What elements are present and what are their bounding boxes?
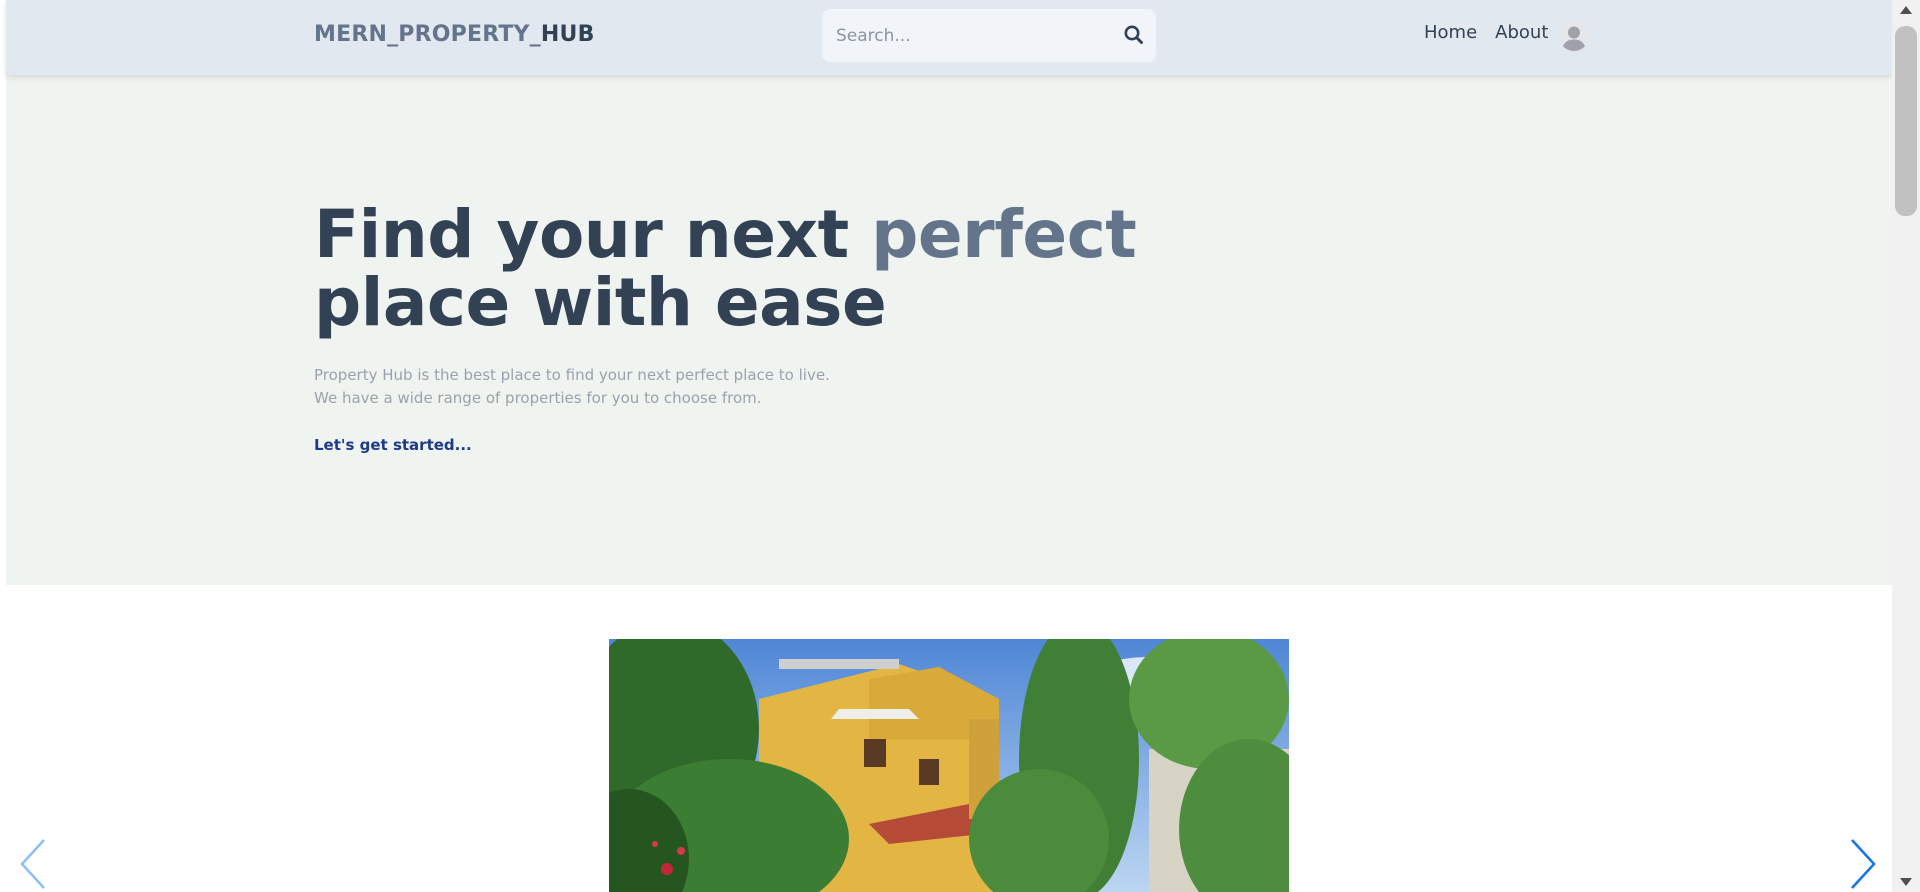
hero-title-part: Find your next [314,196,872,273]
hero-subtitle-line-1: Property Hub is the best place to find y… [314,366,830,384]
search-icon[interactable] [1122,23,1146,47]
chevron-left-icon [20,839,45,889]
hero-subtitle-line-2: We have a wide range of properties for y… [314,389,762,407]
avatar[interactable] [1559,21,1589,51]
page: MERN_PROPERTY_HUB Home About F [0,0,1892,892]
hero-title: Find your next perfect place with ease [314,201,1137,337]
nav-about-link[interactable]: About [1495,22,1548,43]
hero-title-line-2: place with ease [314,264,887,341]
logo-part-2: HUB [540,22,595,47]
hero-title-accent: perfect [871,196,1137,273]
scroll-thumb[interactable] [1895,26,1917,216]
get-started-link[interactable]: Let's get started... [314,436,472,454]
carousel-prev-button[interactable] [18,836,48,892]
search-form [822,9,1156,62]
caret-up-icon [1900,6,1912,14]
search-input[interactable] [836,9,1106,62]
nav-home-link[interactable]: Home [1424,22,1477,43]
vertical-scrollbar[interactable] [1892,0,1920,892]
hero-subtitle: Property Hub is the best place to find y… [314,364,830,410]
scroll-up-button[interactable] [1892,0,1920,22]
site-header: MERN_PROPERTY_HUB Home About [6,0,1892,75]
scroll-down-button[interactable] [1892,870,1920,892]
chevron-right-icon [1851,839,1876,889]
caret-down-icon [1900,878,1912,886]
house-photo [609,639,1289,892]
hero-section: Find your next perfect place with ease P… [6,75,1892,585]
site-logo[interactable]: MERN_PROPERTY_HUB [314,22,595,47]
user-icon [1559,21,1589,51]
carousel-next-button[interactable] [1848,836,1878,892]
main-nav: Home About [1424,22,1548,43]
logo-part-1: MERN_PROPERTY_ [314,22,541,47]
